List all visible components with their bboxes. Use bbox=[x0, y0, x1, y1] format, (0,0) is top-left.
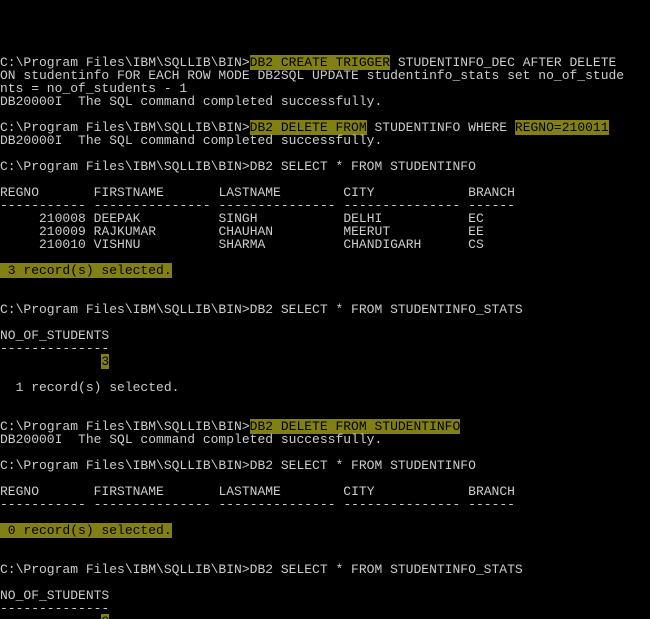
table-cell: CHANDIGARH bbox=[343, 237, 460, 252]
prompt: C:\Program Files\IBM\SQLLIB\BIN> bbox=[0, 159, 250, 174]
cmd-delete-mid: STUDENTINFO WHERE bbox=[367, 120, 515, 135]
records-selected-0: 0 record(s) selected. bbox=[0, 523, 172, 538]
records-selected-1a: 1 record(s) selected. bbox=[0, 380, 179, 395]
col-dash: --------------- bbox=[218, 497, 335, 512]
success-msg-1: DB20000I The SQL command completed succe… bbox=[0, 94, 382, 109]
success-msg-2: DB20000I The SQL command completed succe… bbox=[0, 133, 382, 148]
success-msg-3: DB20000I The SQL command completed succe… bbox=[0, 432, 382, 447]
cmd-select-stats-1: DB2 SELECT * FROM STUDENTINFO_STATS bbox=[250, 302, 523, 317]
col-dash: --------------- bbox=[94, 497, 211, 512]
stats-dash: -------------- bbox=[0, 341, 109, 356]
records-selected-3: 3 record(s) selected. bbox=[0, 263, 172, 278]
table-row: 210010 bbox=[0, 237, 86, 252]
prompt: C:\Program Files\IBM\SQLLIB\BIN> bbox=[0, 562, 250, 577]
col-dash: --------------- bbox=[343, 497, 460, 512]
prompt: C:\Program Files\IBM\SQLLIB\BIN> bbox=[0, 302, 250, 317]
terminal-output: C:\Program Files\IBM\SQLLIB\BIN>DB2 CREA… bbox=[0, 52, 650, 619]
cmd-delete-hl2: REGNO=210011 bbox=[515, 120, 609, 135]
stats-value-0: 0 bbox=[101, 614, 109, 619]
table-cell: VISHNU bbox=[94, 237, 211, 252]
stats-dash: -------------- bbox=[0, 601, 109, 616]
col-dash: ----------- bbox=[0, 497, 86, 512]
stats-value-3: 3 bbox=[101, 354, 109, 369]
cmd-select-2: DB2 SELECT * FROM STUDENTINFO bbox=[250, 458, 476, 473]
cmd-select-1: DB2 SELECT * FROM STUDENTINFO bbox=[250, 159, 476, 174]
table-cell: SHARMA bbox=[218, 237, 335, 252]
cmd-select-stats-2: DB2 SELECT * FROM STUDENTINFO_STATS bbox=[250, 562, 523, 577]
col-dash: ------ bbox=[468, 497, 515, 512]
prompt: C:\Program Files\IBM\SQLLIB\BIN> bbox=[0, 458, 250, 473]
table-cell: CS bbox=[468, 237, 515, 252]
